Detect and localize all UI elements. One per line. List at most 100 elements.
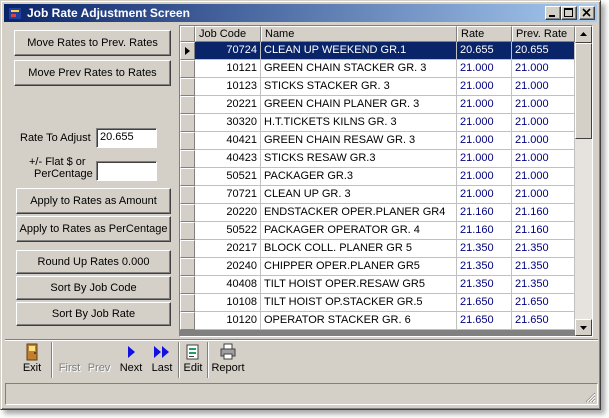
prev-rate-cell[interactable]: 21.000 [512,78,575,96]
table-row[interactable]: 10123 STICKS STACKER GR. 3 21.000 21.000 [180,78,575,96]
scroll-down-button[interactable] [575,319,592,336]
name-cell[interactable]: CLEAN UP WEEKEND GR.1 [261,42,457,60]
job-code-cell[interactable]: 50521 [195,168,261,186]
first-button[interactable]: First [56,343,83,379]
row-selector[interactable] [180,276,195,294]
report-button[interactable]: Report [210,343,246,379]
name-cell[interactable]: OPERATOR STACKER GR. 6 [261,312,457,330]
table-row[interactable]: 50521 PACKAGER GR.3 21.000 21.000 [180,168,575,186]
job-code-cell[interactable]: 10123 [195,78,261,96]
job-code-cell[interactable]: 40408 [195,276,261,294]
prev-rate-cell[interactable]: 21.350 [512,276,575,294]
prev-rate-cell[interactable]: 21.650 [512,312,575,330]
row-selector[interactable] [180,312,195,330]
job-code-cell[interactable]: 50522 [195,222,261,240]
column-header-job-code[interactable]: Job Code [195,26,261,42]
name-cell[interactable]: STICKS STACKER GR. 3 [261,78,457,96]
row-selector[interactable] [180,42,195,60]
job-rate-grid[interactable]: Job Code Name Rate Prev. Rate 70724 CLEAN… [179,25,593,337]
rate-cell[interactable]: 21.350 [457,276,512,294]
table-row[interactable]: 10108 TILT HOIST OP.STACKER GR.5 21.650 21.… [180,294,575,312]
name-cell[interactable]: STICKS RESAW GR.3 [261,150,457,168]
rate-cell[interactable]: 21.160 [457,204,512,222]
prev-rate-cell[interactable]: 21.000 [512,168,575,186]
row-selector[interactable] [180,78,195,96]
table-row[interactable]: 50522 PACKAGER OPERATOR GR. 4 21.160 21.160 [180,222,575,240]
apply-as-percentage-button[interactable]: Apply to Rates as PerCentage [16,216,171,242]
table-row[interactable]: 30320 H.T.TICKETS KILNS GR. 3 21.000 21.000 [180,114,575,132]
row-selector[interactable] [180,222,195,240]
job-code-cell[interactable]: 70721 [195,186,261,204]
column-header-name[interactable]: Name [261,26,457,42]
job-code-cell[interactable]: 70724 [195,42,261,60]
prev-rate-cell[interactable]: 21.000 [512,96,575,114]
rate-cell[interactable]: 21.650 [457,312,512,330]
rate-cell[interactable]: 21.000 [457,96,512,114]
scroll-thumb[interactable] [575,43,592,139]
row-selector[interactable] [180,132,195,150]
row-selector[interactable] [180,114,195,132]
name-cell[interactable]: PACKAGER OPERATOR GR. 4 [261,222,457,240]
name-cell[interactable]: CHIPPER OPER.PLANER GR5 [261,258,457,276]
name-cell[interactable]: CLEAN UP GR. 3 [261,186,457,204]
round-up-rates-button[interactable]: Round Up Rates 0.000 [16,250,171,274]
rate-cell[interactable]: 21.000 [457,186,512,204]
name-cell[interactable]: BLOCK COLL. PLANER GR 5 [261,240,457,258]
job-code-cell[interactable]: 10108 [195,294,261,312]
maximize-button[interactable] [561,6,577,20]
close-button[interactable] [579,6,595,20]
prev-rate-cell[interactable]: 21.350 [512,258,575,276]
minimize-button[interactable] [545,6,561,20]
resize-grip-icon[interactable] [584,391,596,403]
prev-rate-cell[interactable]: 21.350 [512,240,575,258]
row-selector[interactable] [180,186,195,204]
table-row[interactable]: 40408 TILT HOIST OPER.RESAW GR5 21.350 21.3… [180,276,575,294]
move-rates-to-prev-button[interactable]: Move Rates to Prev. Rates [14,30,171,56]
table-row[interactable]: 70724 CLEAN UP WEEKEND GR.1 20.655 20.655 [180,42,575,60]
job-code-cell[interactable]: 20240 [195,258,261,276]
table-row[interactable]: 20221 GREEN CHAIN PLANER GR. 3 21.000 21.00… [180,96,575,114]
vertical-scrollbar[interactable] [575,26,592,336]
table-row[interactable]: 40421 GREEN CHAIN RESAW GR. 3 21.000 21.000 [180,132,575,150]
sort-by-job-rate-button[interactable]: Sort By Job Rate [16,302,171,326]
row-selector[interactable] [180,60,195,78]
prev-rate-cell[interactable]: 21.650 [512,294,575,312]
prev-rate-cell[interactable]: 21.160 [512,222,575,240]
job-code-cell[interactable]: 30320 [195,114,261,132]
name-cell[interactable]: TILT HOIST OPER.RESAW GR5 [261,276,457,294]
rate-cell[interactable]: 21.000 [457,132,512,150]
name-cell[interactable]: H.T.TICKETS KILNS GR. 3 [261,114,457,132]
job-code-cell[interactable]: 10120 [195,312,261,330]
rate-cell[interactable]: 21.000 [457,114,512,132]
prev-rate-cell[interactable]: 21.160 [512,204,575,222]
prev-rate-cell[interactable]: 21.000 [512,186,575,204]
rate-cell[interactable]: 21.350 [457,258,512,276]
name-cell[interactable]: TILT HOIST OP.STACKER GR.5 [261,294,457,312]
job-code-cell[interactable]: 10121 [195,60,261,78]
job-code-cell[interactable]: 20217 [195,240,261,258]
name-cell[interactable]: GREEN CHAIN RESAW GR. 3 [261,132,457,150]
exit-button[interactable]: Exit [18,343,46,379]
rate-cell[interactable]: 21.000 [457,168,512,186]
rate-cell[interactable]: 21.000 [457,60,512,78]
scroll-up-button[interactable] [575,26,592,43]
job-code-cell[interactable]: 40423 [195,150,261,168]
last-button[interactable]: Last [148,343,176,379]
column-header-prev-rate[interactable]: Prev. Rate [512,26,575,42]
table-row[interactable]: 10121 GREEN CHAIN STACKER GR. 3 21.000 21.0… [180,60,575,78]
prev-rate-cell[interactable]: 20.655 [512,42,575,60]
apply-as-amount-button[interactable]: Apply to Rates as Amount [16,188,171,214]
move-prev-rates-to-rates-button[interactable]: Move Prev Rates to Rates [14,60,171,86]
row-selector[interactable] [180,294,195,312]
table-row[interactable]: 70721 CLEAN UP GR. 3 21.000 21.000 [180,186,575,204]
row-selector[interactable] [180,96,195,114]
rate-cell[interactable]: 20.655 [457,42,512,60]
table-row[interactable]: 20220 ENDSTACKER OPER.PLANER GR4 21.160 21.… [180,204,575,222]
sort-by-job-code-button[interactable]: Sort By Job Code [16,276,171,300]
row-selector[interactable] [180,150,195,168]
rate-cell[interactable]: 21.650 [457,294,512,312]
name-cell[interactable]: ENDSTACKER OPER.PLANER GR4 [261,204,457,222]
table-row[interactable]: 10120 OPERATOR STACKER GR. 6 21.650 21.650 [180,312,575,330]
rate-cell[interactable]: 21.000 [457,78,512,96]
prev-rate-cell[interactable]: 21.000 [512,150,575,168]
